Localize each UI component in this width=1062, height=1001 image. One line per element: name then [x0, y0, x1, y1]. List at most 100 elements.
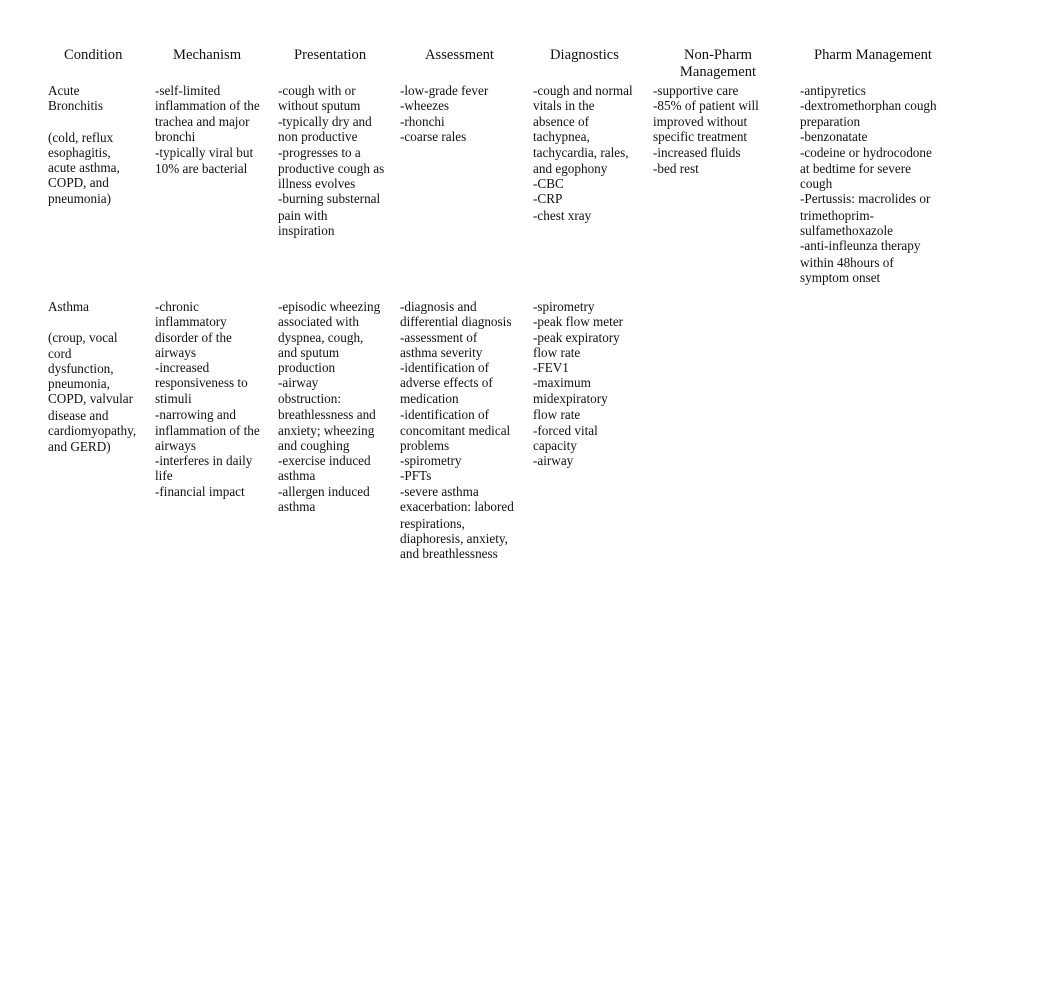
condition-differentials: (cold, reflux esophagitis, acute asthma, CO… [48, 130, 120, 208]
cell-line: and sputum [278, 344, 340, 360]
cell-line: preparation [800, 113, 861, 129]
cell-line: illness evolves [278, 175, 356, 191]
cell-line: -supportive care [653, 83, 739, 98]
cell-line: asthma [278, 468, 316, 484]
cell-line: cardiomyopathy, [48, 423, 137, 439]
cell-line: respirations, [400, 515, 465, 531]
cell-line: -self-limited [155, 83, 221, 98]
cell-line: inflammation of the [155, 422, 260, 438]
cell-line: -antipyretics [800, 83, 866, 98]
cell-line: asthma severity [400, 344, 483, 360]
cell-line: -typically viral but [155, 145, 254, 161]
cell-line: -identification of [400, 360, 489, 376]
cell-line: improved without [653, 113, 748, 129]
row1-assessment: -low-grade fever -wheezes -rhonchi -coarse … [400, 83, 488, 145]
cell-line: sulfamethoxazole [800, 223, 894, 239]
cell-line: Bronchitis [48, 98, 103, 114]
cell-line: 10% are bacterial [155, 160, 248, 176]
cell-line: production [278, 360, 336, 376]
row2-presentation: -episodic wheezing associated with dyspnea… [278, 299, 380, 516]
cell-line: -severe asthma [400, 483, 479, 499]
cell-line: -increased fluids [653, 145, 741, 161]
cell-line: -burning substernal [278, 191, 381, 207]
cell-line: -forced vital [533, 422, 598, 438]
cell-line: -interferes in daily [155, 453, 253, 469]
cell-line: vitals in the [533, 98, 595, 114]
cell-line: tachycardia, rales, [533, 145, 629, 161]
cell-line: inflammation of the [155, 98, 260, 114]
cell-line: and egophony [533, 160, 608, 176]
cell-line: disease and [48, 407, 109, 423]
cell-line: and GERD) [48, 438, 111, 454]
cell-line: productive cough as [278, 160, 385, 176]
cell-line: breathlessness and [278, 407, 376, 423]
header-assessment: Assessment [425, 47, 494, 63]
cell-line: cord [48, 345, 72, 361]
cell-line: capacity [533, 437, 577, 453]
cell-line: specific treatment [653, 128, 748, 144]
row1-mechanism: -self-limited inflammation of the trachea … [155, 83, 260, 176]
row1-nonpharm: -supportive care -85% of patient will impr… [653, 83, 759, 176]
cell-line: absence of [533, 113, 590, 129]
condition-name: Acute Bronchitis [48, 83, 120, 114]
cell-line: problems [400, 437, 450, 453]
cell-line: -peak flow meter [533, 314, 624, 330]
cell-line: life [155, 468, 173, 484]
cell-line: -PFTs [400, 468, 432, 484]
cell-line: -FEV1 [533, 360, 569, 376]
cell-line: COPD, and [48, 175, 109, 191]
row1-pharm: -antipyretics -dextromethorphan cough prep… [800, 83, 937, 285]
cell-line: anxiety; wheezing [278, 422, 375, 438]
cell-line: flow rate [533, 407, 581, 423]
row2-condition: Asthma (croup, vocal cord dysfunction, pneu… [48, 299, 136, 454]
cell-line: (croup, vocal [48, 330, 118, 346]
cell-line: dyspnea, cough, [278, 329, 364, 345]
row1-presentation: -cough with or without sputum -typically d… [278, 83, 384, 238]
cell-line: airways [155, 344, 197, 360]
cell-line: airways [155, 437, 197, 453]
row2-mechanism: -chronic inflammatory disorder of the airwa… [155, 299, 260, 499]
header-nonpharm-line1: Non-Pharm [683, 47, 753, 63]
cell-line: within 48hours of [800, 254, 894, 270]
cell-line: -CRP [533, 191, 563, 207]
cell-line: -chest xray [533, 207, 592, 223]
cell-line: bronchi [155, 128, 196, 144]
header-nonpharm: Non-Pharm Management [679, 47, 757, 80]
cell-line: -dextromethorphan cough [800, 98, 937, 114]
cell-line: concomitant medical [400, 422, 511, 438]
header-presentation: Presentation [294, 47, 367, 63]
header-condition: Condition [64, 47, 123, 63]
cell-line: -airway [278, 375, 319, 391]
cell-line: -maximum [533, 375, 591, 391]
cell-line: -anti-infleunza therapy [800, 238, 921, 254]
cell-line: obstruction: [278, 390, 342, 406]
document-page: Condition Mechanism Presentation Assessm… [0, 0, 1062, 1001]
cell-line: -exercise induced [278, 453, 371, 469]
header-nonpharm-line2: Management [679, 63, 757, 80]
cell-line: inspiration [278, 223, 335, 239]
cell-line: -benzonatate [800, 128, 868, 144]
cell-line: -increased [155, 360, 210, 376]
cell-line: (cold, reflux [48, 129, 114, 145]
cell-line: esophagitis, [48, 144, 111, 160]
cell-line: midexpiratory [533, 390, 608, 406]
cell-line: inflammatory [155, 314, 227, 330]
cell-line: disorder of the [155, 329, 232, 345]
row2-diagnostics: -spirometry -peak flow meter -peak expirat… [533, 299, 623, 468]
cell-line: without sputum [278, 98, 361, 114]
cell-line: pneumonia) [48, 190, 111, 206]
cell-line: -spirometry [533, 299, 595, 314]
cell-line: -codeine or hydrocodone [800, 145, 932, 161]
cell-line: exacerbation: labored [400, 499, 514, 515]
cell-line: -diagnosis and [400, 299, 477, 314]
cell-line: stimuli [155, 390, 192, 406]
cell-line: pneumonia, [48, 376, 110, 392]
cell-line: responsiveness to [155, 375, 248, 391]
cell-line: -Pertussis: macrolides or [800, 191, 931, 207]
cell-line: symptom onset [800, 270, 881, 286]
header-mechanism: Mechanism [173, 47, 242, 63]
header-pharm: Pharm Management [814, 47, 932, 63]
header-diagnostics: Diagnostics [550, 47, 619, 63]
cell-line: medication [400, 390, 459, 406]
condition-name: Asthma [48, 299, 136, 314]
